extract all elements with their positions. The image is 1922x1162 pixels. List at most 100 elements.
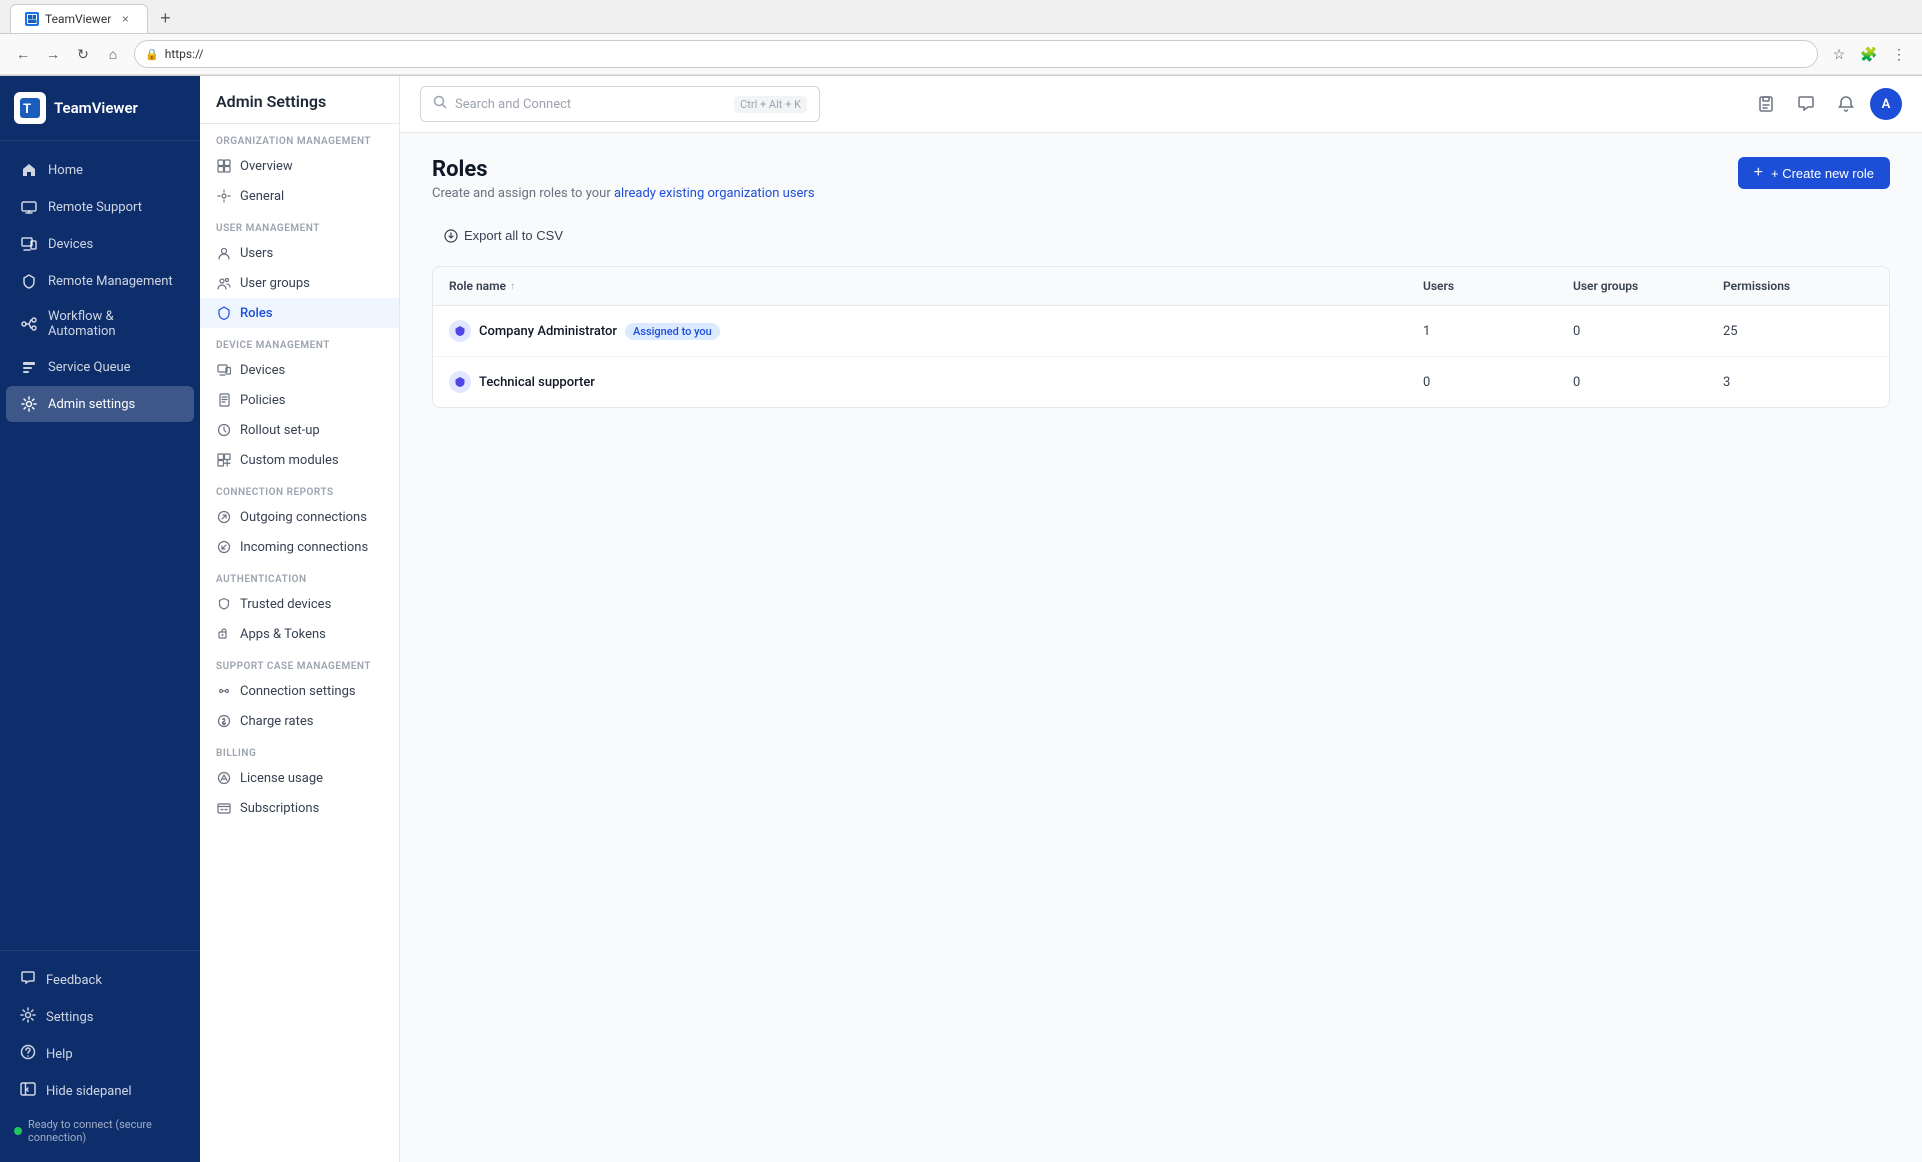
role-icon	[449, 320, 471, 342]
secondary-nav-label: Connection settings	[240, 684, 356, 699]
new-tab-button[interactable]: +	[152, 6, 178, 32]
secondary-nav-label: Custom modules	[240, 453, 339, 468]
sidebar-item-settings[interactable]: Settings	[6, 999, 194, 1035]
secondary-nav-label: Charge rates	[240, 714, 313, 729]
permissions-count: 25	[1723, 324, 1873, 339]
users-count: 0	[1423, 375, 1573, 390]
browser-tab[interactable]: TeamViewer ×	[10, 4, 148, 33]
secondary-nav-item-rollout[interactable]: Rollout set-up	[200, 415, 399, 445]
back-button[interactable]: ←	[10, 41, 36, 67]
secondary-nav-label: Overview	[240, 159, 293, 174]
connection-settings-icon	[216, 683, 232, 699]
teamviewer-logo-icon: T	[14, 92, 46, 124]
browser-action-buttons: ☆ 🧩 ⋮	[1826, 41, 1912, 67]
sidebar-item-label: Home	[48, 163, 83, 178]
create-new-role-button[interactable]: + + Create new role	[1738, 157, 1890, 189]
section-title-org-mgmt: ORGANIZATION MANAGEMENT	[200, 124, 399, 151]
secondary-nav-label: Rollout set-up	[240, 423, 320, 438]
secondary-nav-item-roles[interactable]: Roles	[200, 298, 399, 328]
secondary-nav-item-custom-modules[interactable]: Custom modules	[200, 445, 399, 475]
apps-tokens-icon	[216, 626, 232, 642]
secondary-nav-item-trusted-devices[interactable]: Trusted devices	[200, 589, 399, 619]
user-groups-count: 0	[1573, 375, 1723, 390]
secondary-nav-item-overview[interactable]: Overview	[200, 151, 399, 181]
section-title-connection-reports: CONNECTION REPORTS	[200, 475, 399, 502]
sidebar-item-home[interactable]: Home	[6, 152, 194, 188]
save-icon-button[interactable]	[1750, 88, 1782, 120]
home-button[interactable]: ⌂	[100, 41, 126, 67]
sidebar-item-remote-support[interactable]: Remote Support	[6, 189, 194, 225]
secondary-nav-item-subscriptions[interactable]: Subscriptions	[200, 793, 399, 823]
secondary-nav-item-general[interactable]: General	[200, 181, 399, 211]
sidebar-item-label: Help	[46, 1047, 73, 1062]
sidebar-item-label: Feedback	[46, 973, 102, 988]
help-icon	[20, 1044, 36, 1064]
secondary-nav-item-user-groups[interactable]: User groups	[200, 268, 399, 298]
secondary-nav-label: Policies	[240, 393, 285, 408]
sidebar-item-label: Remote Management	[48, 274, 173, 289]
sidebar-item-admin-settings[interactable]: Admin settings	[6, 386, 194, 422]
tab-favicon	[25, 12, 39, 26]
extensions-button[interactable]: 🧩	[1856, 41, 1882, 67]
column-label: Role name	[449, 279, 506, 293]
assigned-to-you-badge: Assigned to you	[625, 323, 720, 340]
search-icon	[433, 95, 447, 113]
address-bar[interactable]: 🔒 https://	[134, 40, 1818, 68]
connection-status-bar: Ready to connect (secure connection)	[0, 1110, 200, 1152]
tab-bar: TeamViewer × +	[0, 0, 1922, 34]
tab-label: TeamViewer	[45, 12, 111, 26]
bookmark-star-button[interactable]: ☆	[1826, 41, 1852, 67]
secondary-nav-item-apps-tokens[interactable]: Apps & Tokens	[200, 619, 399, 649]
sidebar-item-label: Service Queue	[48, 360, 131, 375]
column-header-permissions: Permissions	[1723, 279, 1873, 293]
chat-icon-button[interactable]	[1790, 88, 1822, 120]
sidebar-item-help[interactable]: Help	[6, 1036, 194, 1072]
sidebar-item-hide-sidepanel[interactable]: Hide sidepanel	[6, 1073, 194, 1109]
status-indicator-dot	[14, 1127, 22, 1135]
reload-button[interactable]: ↻	[70, 41, 96, 67]
sidebar-navigation: Home Remote Support Devices Remote Manag…	[0, 141, 200, 950]
role-name: Company Administrator	[479, 324, 617, 339]
sidebar-logo-text: TeamViewer	[54, 99, 138, 117]
sidebar-item-workflow[interactable]: Workflow & Automation	[6, 300, 194, 348]
sort-icon: ↑	[510, 281, 515, 292]
secondary-nav-item-outgoing-connections[interactable]: Outgoing connections	[200, 502, 399, 532]
table-row[interactable]: Company Administrator Assigned to you 1 …	[433, 306, 1889, 357]
trusted-devices-icon	[216, 596, 232, 612]
sidebar-item-service-queue[interactable]: Service Queue	[6, 349, 194, 385]
secondary-nav-item-charge-rates[interactable]: Charge rates	[200, 706, 399, 736]
forward-button[interactable]: →	[40, 41, 66, 67]
tab-close-button[interactable]: ×	[117, 11, 133, 27]
section-title-device-mgmt: DEVICE MANAGEMENT	[200, 328, 399, 355]
status-text: Ready to connect (secure connection)	[28, 1118, 186, 1144]
devices-nav-icon	[216, 362, 232, 378]
secondary-nav-item-incoming-connections[interactable]: Incoming connections	[200, 532, 399, 562]
custom-modules-icon	[216, 452, 232, 468]
secondary-nav-item-license-usage[interactable]: License usage	[200, 763, 399, 793]
page-subtitle-link[interactable]: already existing organization users	[614, 186, 815, 201]
export-button-label: Export all to CSV	[464, 228, 563, 243]
export-csv-button[interactable]: Export all to CSV	[432, 221, 575, 250]
app-container: T TeamViewer Home Remote Support	[0, 76, 1922, 1162]
section-title-support-case: SUPPORT CASE MANAGEMENT	[200, 649, 399, 676]
settings-icon	[20, 1007, 36, 1027]
table-row[interactable]: Technical supporter 0 0 3	[433, 357, 1889, 407]
general-icon	[216, 188, 232, 204]
search-bar[interactable]: Search and Connect Ctrl + Alt + K	[420, 86, 820, 122]
permissions-count: 3	[1723, 375, 1873, 390]
secondary-sidebar-header: Admin Settings	[200, 76, 399, 124]
column-header-role-name[interactable]: Role name ↑	[449, 279, 1423, 293]
secondary-nav-item-policies[interactable]: Policies	[200, 385, 399, 415]
secondary-nav-item-connection-settings[interactable]: Connection settings	[200, 676, 399, 706]
sidebar-item-devices[interactable]: Devices	[6, 226, 194, 262]
notification-icon-button[interactable]	[1830, 88, 1862, 120]
secondary-nav-item-devices[interactable]: Devices	[200, 355, 399, 385]
sidebar-item-feedback[interactable]: Feedback	[6, 962, 194, 998]
user-avatar[interactable]: A	[1870, 88, 1902, 120]
charge-rates-icon	[216, 713, 232, 729]
workflow-icon	[20, 315, 38, 333]
secondary-nav-item-users[interactable]: Users	[200, 238, 399, 268]
column-label: Permissions	[1723, 279, 1790, 293]
sidebar-item-remote-management[interactable]: Remote Management	[6, 263, 194, 299]
more-button[interactable]: ⋮	[1886, 41, 1912, 67]
